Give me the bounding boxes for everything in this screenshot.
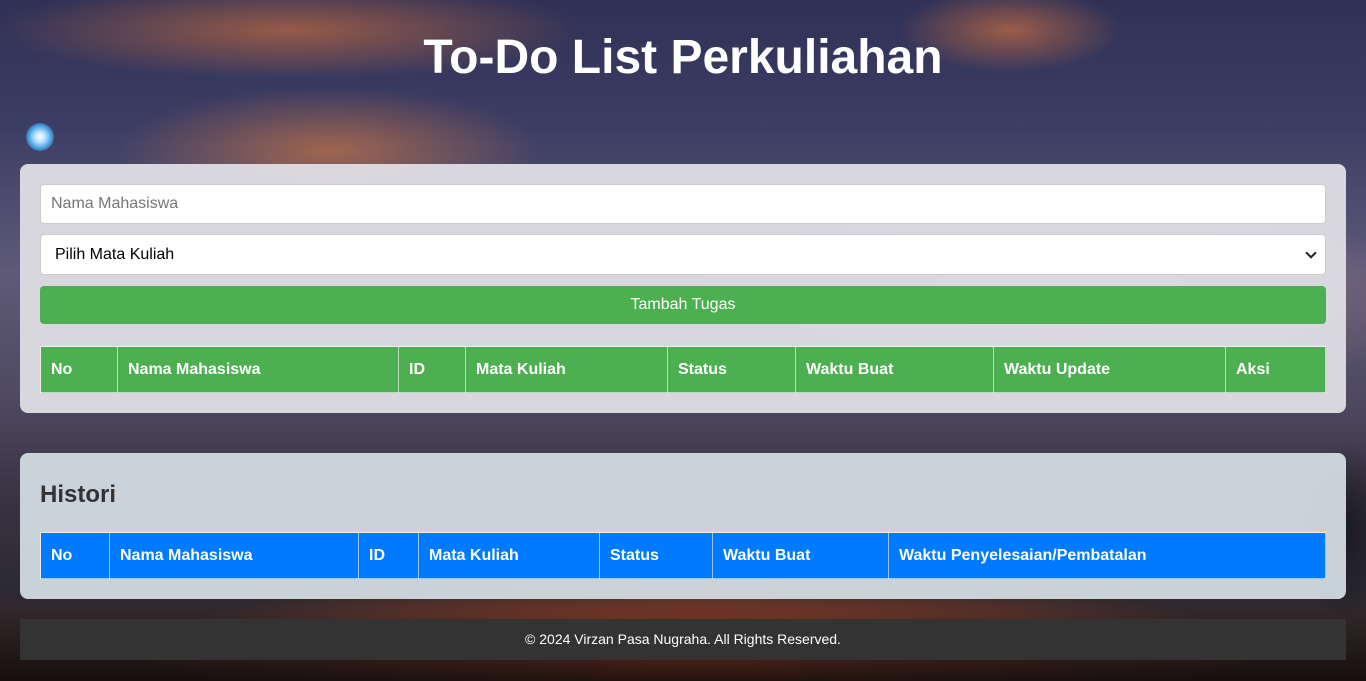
footer: © 2024 Virzan Pasa Nugraha. All Rights R… — [20, 619, 1346, 660]
course-select-value: Pilih Mata Kuliah — [55, 246, 175, 263]
th-no: No — [40, 346, 118, 393]
history-title: Histori — [40, 481, 117, 508]
glowing-orb-icon — [26, 123, 54, 151]
task-table-header-row: No Nama Mahasiswa ID Mata Kuliah Status … — [40, 346, 1326, 393]
page-title: To-Do List Perkuliahan — [423, 31, 943, 84]
chevron-down-icon — [1305, 247, 1317, 259]
th-hist-created: Waktu Buat — [712, 532, 889, 579]
task-form-card: Pilih Mata Kuliah Tambah Tugas No Nama M… — [20, 164, 1346, 413]
th-hist-status: Status — [599, 532, 713, 579]
history-card: Histori No Nama Mahasiswa ID Mata Kuliah… — [20, 453, 1346, 599]
th-created: Waktu Buat — [795, 346, 994, 393]
task-table: No Nama Mahasiswa ID Mata Kuliah Status … — [40, 346, 1326, 393]
th-course: Mata Kuliah — [465, 346, 668, 393]
th-hist-finished: Waktu Penyelesaian/Pembatalan — [888, 532, 1326, 579]
th-hist-course: Mata Kuliah — [418, 532, 600, 579]
th-action: Aksi — [1225, 346, 1326, 393]
th-id: ID — [398, 346, 466, 393]
th-updated: Waktu Update — [993, 346, 1226, 393]
course-select[interactable]: Pilih Mata Kuliah — [40, 234, 1326, 275]
th-student-name: Nama Mahasiswa — [117, 346, 399, 393]
history-table: No Nama Mahasiswa ID Mata Kuliah Status … — [40, 532, 1326, 579]
th-hist-student-name: Nama Mahasiswa — [109, 532, 359, 579]
add-task-button[interactable]: Tambah Tugas — [40, 286, 1326, 324]
history-table-header-row: No Nama Mahasiswa ID Mata Kuliah Status … — [40, 532, 1326, 579]
th-hist-id: ID — [358, 532, 419, 579]
student-name-input[interactable] — [40, 184, 1326, 224]
th-status: Status — [667, 346, 796, 393]
th-hist-no: No — [40, 532, 110, 579]
